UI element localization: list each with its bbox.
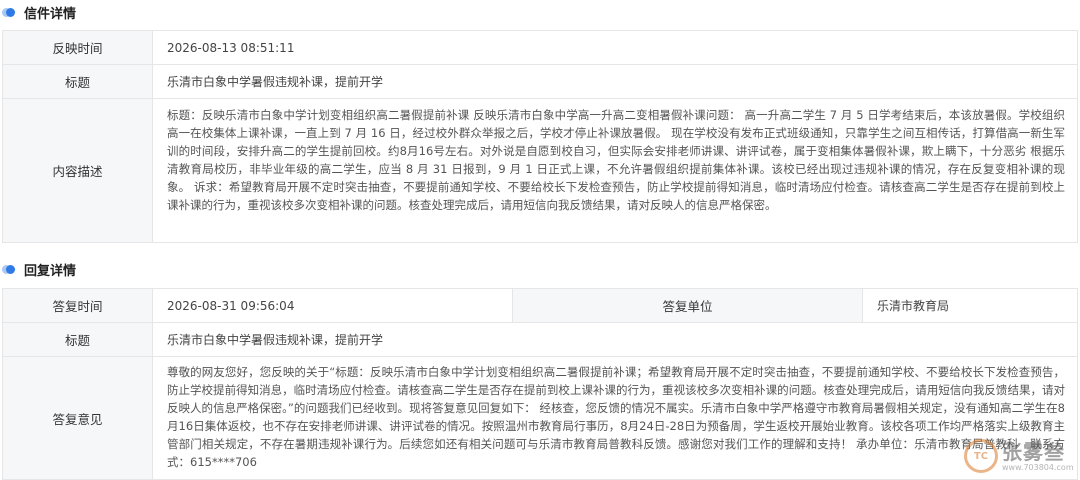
reply-detail-table: 答复时间 2026-08-31 09:56:04 答复单位 乐清市教育局 标题 …	[2, 288, 1078, 480]
letter-title-row: 标题 乐清市白象中学暑假违规补课，提前开学	[2, 64, 1078, 99]
reply-title-row: 标题 乐清市白象中学暑假违规补课，提前开学	[2, 322, 1078, 357]
letter-content-row: 内容描述 标题：反映乐清市白象中学计划变相组织高二暑假提前补课 反映乐清市白象中…	[2, 98, 1078, 243]
letter-content-label: 内容描述	[2, 98, 153, 243]
letter-section-header: 信件详情	[0, 1, 76, 23]
reply-opinion-value: 尊敬的网友您好，您反映的关于“标题：反映乐清市白象中学计划变相组织高二暑假提前补…	[167, 365, 1065, 469]
reply-time-row: 答复时间 2026-08-31 09:56:04 答复单位 乐清市教育局	[2, 288, 1078, 323]
letter-detail-table: 反映时间 2026-08-13 08:51:11 标题 乐清市白象中学暑假违规补…	[2, 30, 1078, 243]
reply-title-value: 乐清市白象中学暑假违规补课，提前开学	[152, 322, 1078, 357]
watermark: TC 张雾叁 www.703804.com	[964, 436, 1074, 476]
letter-time-row: 反映时间 2026-08-13 08:51:11	[2, 30, 1078, 65]
reply-opinion-row: 答复意见 尊敬的网友您好，您反映的关于“标题：反映乐清市白象中学计划变相组织高二…	[2, 356, 1078, 480]
letter-title-value: 乐清市白象中学暑假违规补课，提前开学	[152, 64, 1078, 99]
reply-unit-value: 乐清市教育局	[862, 288, 1078, 323]
reply-section-header: 回复详情	[0, 258, 76, 280]
watermark-logo-icon: TC	[964, 439, 998, 473]
letter-time-label: 反映时间	[2, 30, 153, 65]
watermark-name: 张雾叁	[1002, 439, 1065, 464]
reply-section-title: 回复详情	[24, 263, 77, 279]
section-bullet-icon	[0, 5, 18, 19]
reply-opinion-label: 答复意见	[2, 356, 153, 480]
letter-content-value: 标题：反映乐清市白象中学计划变相组织高二暑假提前补课 反映乐清市白象中学高一升高…	[167, 107, 1065, 212]
watermark-url: www.703804.com	[1002, 462, 1074, 472]
reply-title-label: 标题	[2, 322, 153, 357]
section-bullet-icon	[0, 262, 18, 276]
reply-unit-label: 答复单位	[512, 288, 863, 323]
letter-section-title: 信件详情	[24, 6, 77, 22]
reply-time-label: 答复时间	[2, 288, 153, 323]
reply-time-value: 2026-08-31 09:56:04	[152, 288, 513, 323]
letter-time-value: 2026-08-13 08:51:11	[152, 30, 1078, 65]
letter-title-label: 标题	[2, 64, 153, 99]
